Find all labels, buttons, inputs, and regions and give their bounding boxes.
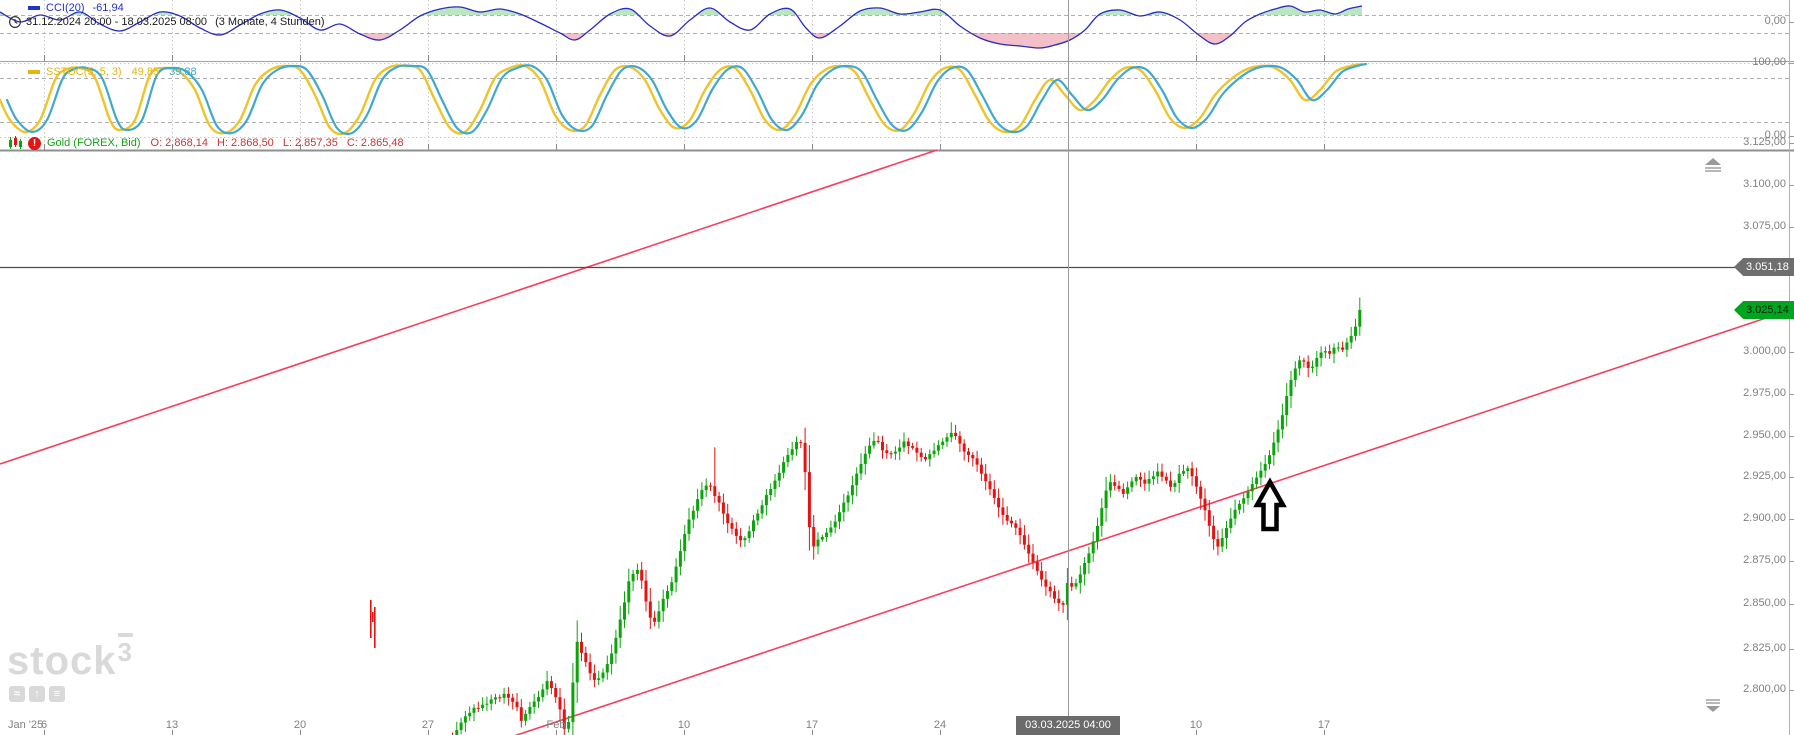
price-axis-label: 2.925,00	[1743, 470, 1786, 482]
timeline-granularity: (3 Monate, 4 Stunden)	[215, 16, 325, 28]
alert-icon[interactable]: !	[28, 136, 41, 150]
chart-canvas[interactable]	[0, 0, 1794, 735]
last-price-badge: 3.025,14	[1734, 301, 1794, 319]
axis-scroll-down-icon[interactable]	[1706, 699, 1720, 712]
ohlc-close-value: 2.865,48	[360, 137, 404, 149]
time-axis-label: 24	[933, 719, 947, 731]
price-axis-label: 3.075,00	[1743, 220, 1786, 232]
price-axis-label: 2.800,00	[1743, 683, 1786, 695]
price-axis-line	[1789, 0, 1794, 735]
time-axis-label: 10	[677, 719, 691, 731]
up-arrow-annotation[interactable]	[1253, 477, 1287, 532]
watermark-icons: ≈ ↑ ≡	[9, 686, 65, 702]
price-axis-label: 3.125,00	[1743, 136, 1786, 148]
price-axis-label: 3.000,00	[1743, 345, 1786, 357]
wave-icon: ≈	[9, 686, 25, 702]
sstoc-indicator	[0, 62, 1368, 136]
ohlc-low-value: 2.857,35	[295, 137, 338, 149]
ohlc-high-label: H:	[216, 137, 228, 149]
ohlc-close-label: C:	[346, 137, 358, 149]
stock3-watermark: stock3	[7, 633, 133, 681]
instrument-legend[interactable]: ! Gold (FOREX, Bid) O: 2.868,14 H: 2.868…	[8, 136, 404, 150]
ohlc-high-value: 2.868,50	[230, 137, 274, 149]
price-axis-label: 0,00	[1764, 15, 1786, 27]
price-axis-label: 2.825,00	[1743, 642, 1786, 654]
ohlc-low-label: L:	[282, 137, 292, 149]
time-axis-label: 27	[421, 719, 435, 731]
lines-icon: ≡	[49, 686, 65, 702]
candlesticks	[452, 297, 1362, 735]
grid-lines	[0, 0, 1789, 735]
instrument-name: Gold (FOREX, Bid)	[47, 137, 141, 149]
time-axis-label: Feb	[546, 719, 566, 731]
price-axis-label: 2.850,00	[1743, 597, 1786, 609]
cci-legend[interactable]: CCI(20) -61,94	[28, 2, 124, 14]
data-glitch-marks	[370, 600, 376, 648]
candlestick-icon	[9, 136, 22, 149]
arrow-up-icon: ↑	[29, 686, 45, 702]
cci-value: -61,94	[92, 2, 124, 14]
cci-series-chip-icon	[28, 6, 40, 10]
level-price-badge: 3.051,18	[1734, 258, 1794, 276]
ohlc-open-label: O:	[150, 137, 163, 149]
price-axis-label: 2.900,00	[1743, 512, 1786, 524]
price-axis-label: 2.950,00	[1743, 429, 1786, 441]
axis-scroll-up-icon[interactable]	[1705, 158, 1721, 172]
time-axis-label: 6	[40, 719, 48, 731]
sstoc-k-value: 49,85	[131, 66, 160, 78]
time-axis-label: 17	[1317, 719, 1331, 731]
sstoc-legend[interactable]: SSTOC(5, 5, 3) 49,85 39,88	[28, 66, 197, 78]
timeline-range: 31.12.2024 20:00 - 18.03.2025 08:00	[26, 16, 208, 28]
crosshair-time-badge: 03.03.2025 04:00	[1016, 716, 1120, 735]
sstoc-series-chip-icon	[28, 70, 40, 74]
chart-window: CCI(20) -61,94 31.12.2024 20:00 - 18.03.…	[0, 0, 1794, 735]
price-axis-label: 2.975,00	[1743, 387, 1786, 399]
time-axis-label: 17	[805, 719, 819, 731]
cci-label: CCI(20)	[46, 2, 85, 14]
price-axis-label: 2.875,00	[1743, 554, 1786, 566]
sstoc-label: SSTOC(5, 5, 3)	[46, 66, 122, 78]
ohlc-open-value: 2.868,14	[165, 137, 208, 149]
trendlines[interactable]	[0, 149, 1791, 735]
timeline-legend: 31.12.2024 20:00 - 18.03.2025 08:00 (3 M…	[8, 15, 325, 29]
clock-icon	[8, 15, 22, 29]
price-axis-label: 100,00	[1752, 56, 1786, 68]
time-axis-label: 13	[165, 719, 179, 731]
time-axis-label: 10	[1189, 719, 1203, 731]
price-axis-label: 3.100,00	[1743, 178, 1786, 190]
time-axis-label: 20	[293, 719, 307, 731]
sstoc-d-value: 39,88	[169, 66, 197, 78]
